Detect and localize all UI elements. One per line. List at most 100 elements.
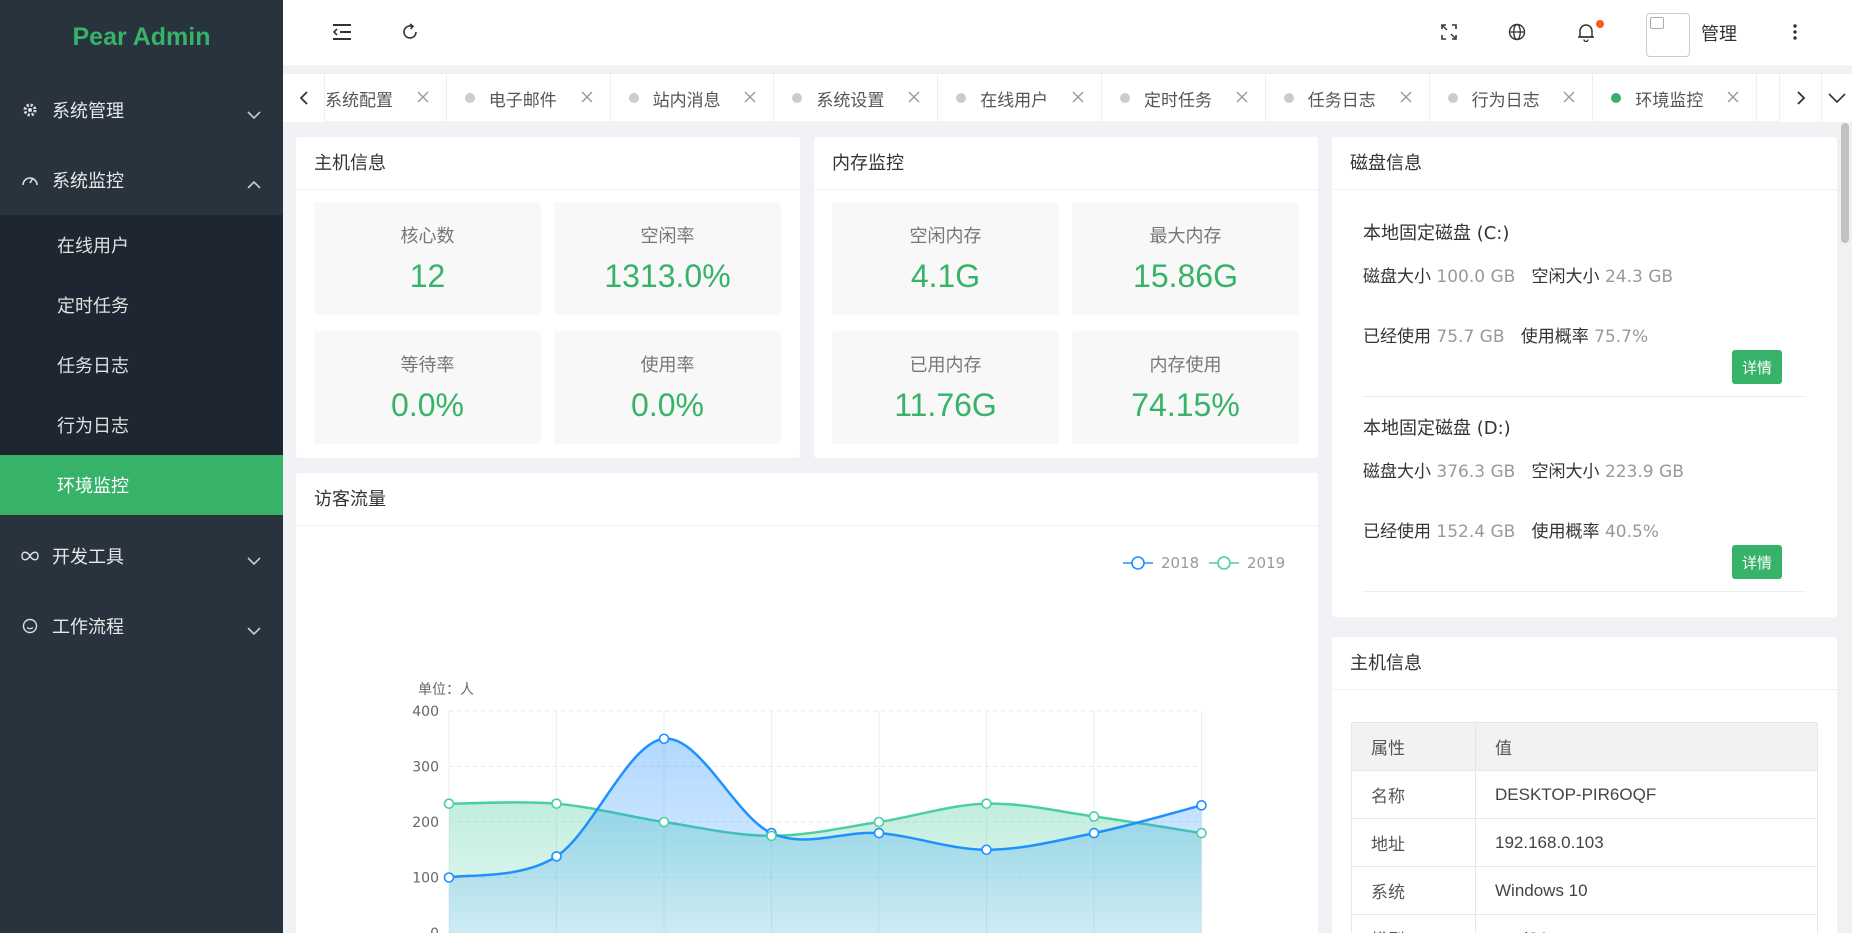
y-tick-label: 400: [412, 704, 439, 720]
username[interactable]: 管理: [1701, 20, 1737, 46]
menu-system-monitor[interactable]: 系统监控: [0, 145, 283, 215]
stat-label: 使用率: [640, 355, 695, 376]
close-icon[interactable]: [1726, 90, 1740, 104]
table-cell: 192.168.0.103: [1475, 818, 1818, 867]
sidebar-item-task-log[interactable]: 任务日志: [0, 335, 283, 395]
tab-status-dot: [792, 93, 803, 103]
stat-used-memory: 已用内存 11.76G: [832, 331, 1059, 444]
close-icon[interactable]: [1399, 90, 1413, 104]
column-header: 属性: [1351, 722, 1476, 771]
tab-7[interactable]: 行为日志: [1430, 74, 1594, 122]
tab-scroll-right-button[interactable]: [1779, 74, 1821, 122]
data-point-2019: [1196, 827, 1207, 839]
table-cell: amd64: [1475, 914, 1818, 933]
disk-detail-button[interactable]: 详情: [1732, 350, 1782, 384]
app-logo[interactable]: Pear Admin: [0, 0, 283, 75]
visitor-chart[interactable]: 单位：人 0 100 200 300 400 2018 2019: [296, 526, 1318, 933]
data-point-2018: [658, 733, 670, 745]
disk-size-line: 磁盘大小 376.3 GB 空闲大小 223.9 GB: [1363, 457, 1684, 482]
card-title: 内存监控: [814, 137, 1318, 190]
data-point-2019: [1088, 811, 1100, 822]
close-icon[interactable]: [907, 90, 921, 104]
y-tick-label: 100: [412, 871, 439, 887]
host-info-table: 属性 值 名称 DESKTOP-PIR6OQF 地址 192.168.0.103…: [1351, 722, 1818, 933]
menu-dev-tools[interactable]: 开发工具: [0, 521, 283, 591]
page-scrollbar[interactable]: [1838, 121, 1852, 933]
tab-status-dot: [464, 93, 475, 103]
stat-memory-usage: 内存使用 74.15%: [1072, 331, 1299, 444]
data-point-2019: [981, 798, 992, 809]
disk-rate-value: 75.7%: [1594, 327, 1649, 347]
close-icon[interactable]: [1562, 90, 1576, 104]
tab-8[interactable]: 环境监控: [1593, 74, 1758, 122]
table-cell: 系统: [1351, 866, 1476, 915]
close-icon[interactable]: [1235, 90, 1249, 104]
tab-4[interactable]: 在线用户: [938, 74, 1102, 122]
disk-detail-button[interactable]: 详情: [1732, 545, 1782, 579]
tab-scroll-left-button[interactable]: [283, 74, 325, 122]
tab-status-dot: [956, 93, 967, 103]
legend-swatch-marker: [1131, 556, 1145, 570]
table-cell: 模型: [1351, 914, 1476, 933]
tab-5[interactable]: 定时任务: [1102, 74, 1266, 122]
chevron-down-icon: [247, 550, 261, 571]
avatar[interactable]: [1646, 13, 1690, 57]
sidebar-item-scheduled-tasks[interactable]: 定时任务: [0, 275, 283, 335]
menu-workflow[interactable]: 工作流程: [0, 591, 283, 661]
top-header: 管理: [283, 0, 1852, 65]
data-point-2018: [443, 872, 455, 883]
disk-size-label: 磁盘大小: [1363, 462, 1431, 482]
menu-fold-icon[interactable]: [326, 16, 358, 48]
menu-label: 工作流程: [52, 617, 124, 638]
scrollbar-thumb[interactable]: [1841, 123, 1849, 243]
table-row: 系统 Windows 10: [1351, 866, 1818, 915]
stat-value: 1313.0%: [604, 258, 731, 294]
stat-label: 核心数: [400, 226, 455, 247]
disk-used-line: 已经使用 75.7 GB 使用概率 75.7%: [1363, 322, 1648, 347]
tab-2[interactable]: 站内消息: [611, 74, 775, 122]
disk-size-line: 磁盘大小 100.0 GB 空闲大小 24.3 GB: [1363, 262, 1673, 287]
disk-used-label: 已经使用: [1363, 522, 1431, 542]
disk-rate-label: 使用概率: [1531, 522, 1600, 542]
disk-free-value: 223.9 GB: [1604, 462, 1684, 482]
stat-value: 4.1G: [910, 258, 981, 294]
chevron-left-icon: [299, 91, 308, 105]
globe-icon[interactable]: [1501, 16, 1533, 48]
legend-label: 2018: [1161, 554, 1199, 572]
tab-label: 任务日志: [1307, 90, 1376, 111]
tab-menu-dropdown-button[interactable]: [1821, 74, 1852, 122]
refresh-icon[interactable]: [394, 16, 426, 48]
disk-card: 磁盘信息 本地固定磁盘 (C:) 磁盘大小 100.0 GB 空闲大小 24.3…: [1332, 137, 1837, 617]
close-icon[interactable]: [416, 90, 430, 104]
y-tick-label: 0: [430, 926, 439, 933]
more-vertical-icon[interactable]: [1779, 16, 1811, 48]
stat-cores: 核心数 12: [314, 202, 541, 315]
close-icon[interactable]: [580, 90, 594, 104]
close-icon[interactable]: [1071, 90, 1085, 104]
fullscreen-icon[interactable]: [1433, 16, 1465, 48]
y-tick-label: 300: [412, 760, 439, 776]
tab-6[interactable]: 任务日志: [1266, 74, 1430, 122]
tab-0[interactable]: 系统配置: [325, 74, 447, 122]
sidebar-item-online-users[interactable]: 在线用户: [0, 215, 283, 275]
stat-value: 74.15%: [1131, 387, 1240, 423]
chevron-right-icon: [1796, 91, 1805, 105]
sidebar-item-behavior-log[interactable]: 行为日志: [0, 395, 283, 455]
disk-rate-label: 使用概率: [1520, 327, 1589, 347]
tab-1[interactable]: 电子邮件: [447, 74, 611, 122]
bell-icon[interactable]: [1570, 16, 1604, 48]
menu-label: 系统管理: [52, 101, 124, 122]
y-tick-label: 200: [412, 815, 439, 831]
sidebar-item-environment-monitor[interactable]: 环境监控: [0, 455, 283, 515]
stat-label: 空闲内存: [909, 226, 982, 247]
card-title: 主机信息: [296, 137, 800, 190]
data-point-2018: [1088, 827, 1100, 839]
chart-unit-label: 单位：人: [418, 682, 474, 698]
disk-free-label: 空闲大小: [1531, 267, 1600, 287]
notification-dot: [1596, 20, 1604, 28]
submenu-system-monitor: 在线用户 定时任务 任务日志 行为日志 环境监控: [0, 215, 283, 515]
tab-3[interactable]: 系统设置: [774, 74, 939, 122]
menu-system-manage[interactable]: 系统管理: [0, 75, 283, 145]
close-icon[interactable]: [743, 90, 757, 104]
table-cell: 地址: [1351, 818, 1476, 867]
